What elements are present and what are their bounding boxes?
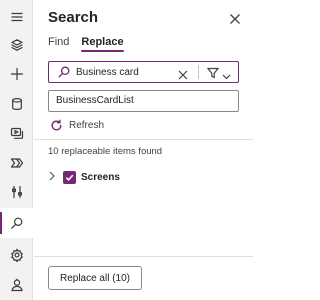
tree-view-layers-icon[interactable] — [0, 30, 33, 60]
advanced-tools-icon[interactable] — [0, 177, 33, 207]
tab-replace[interactable]: Replace — [81, 36, 124, 52]
left-rail — [0, 0, 33, 300]
tab-find[interactable]: Find — [48, 36, 69, 51]
hamburger-menu-icon[interactable] — [0, 2, 33, 32]
search-icon[interactable] — [0, 208, 33, 238]
search-query-text: Business card — [76, 66, 139, 78]
replace-input[interactable]: BusinessCardList — [48, 90, 239, 112]
results-count: 10 replaceable items found — [48, 146, 163, 157]
clear-search-icon[interactable] — [178, 67, 188, 80]
tree-item-label: Screens — [81, 171, 120, 183]
media-icon[interactable] — [0, 118, 33, 148]
virtual-agent-icon[interactable] — [0, 270, 33, 300]
screens-checkbox[interactable] — [63, 170, 76, 184]
insert-plus-icon[interactable] — [0, 59, 33, 89]
power-automate-icon[interactable] — [0, 148, 33, 178]
tree-item-screens[interactable]: Screens — [48, 168, 120, 186]
search-panel: Search Find Replace Business card Busine… — [34, 0, 253, 300]
refresh-icon — [51, 119, 62, 131]
close-icon[interactable] — [229, 12, 241, 24]
chevron-right-icon[interactable] — [48, 168, 56, 186]
tab-bar: Find Replace — [48, 36, 124, 52]
search-input[interactable]: Business card — [48, 61, 239, 83]
chevron-down-icon[interactable] — [222, 68, 231, 79]
search-icon — [57, 65, 71, 79]
filter-icon[interactable] — [206, 66, 220, 79]
refresh-label: Refresh — [69, 120, 105, 131]
panel-title: Search — [48, 9, 99, 26]
settings-gear-icon[interactable] — [0, 240, 33, 270]
data-database-icon[interactable] — [0, 89, 33, 119]
checkmark-icon — [65, 174, 74, 181]
search-divider — [198, 65, 199, 79]
refresh-button[interactable]: Refresh — [50, 119, 104, 132]
replace-all-button[interactable]: Replace all (10) — [48, 266, 142, 290]
footer-divider — [34, 256, 253, 257]
divider — [34, 139, 253, 140]
